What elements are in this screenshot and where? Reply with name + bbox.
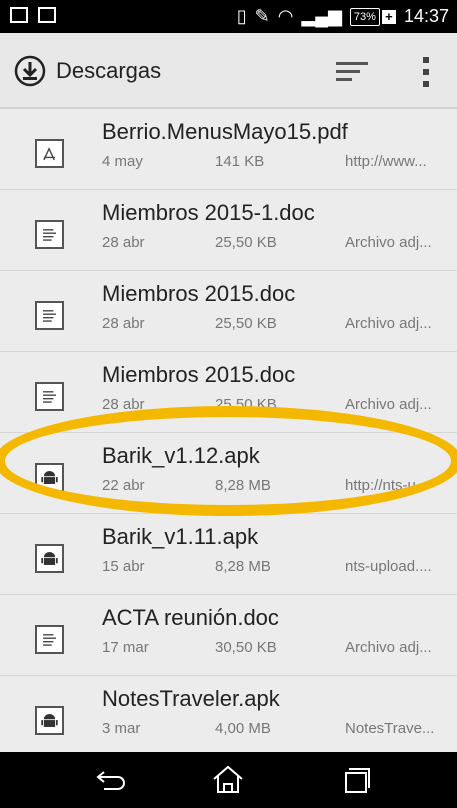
file-name: Barik_v1.12.apk [102,443,260,468]
action-bar: Descargas [0,33,457,109]
file-date: 4 may [102,153,143,170]
file-size: 8,28 MB [215,477,271,494]
file-name: Berrio.MenusMayo15.pdf [102,119,348,144]
file-date: 3 mar [102,720,141,737]
file-size: 25,50 KB [215,315,277,332]
file-name: NotesTraveler.apk [102,686,280,711]
file-name: Miembros 2015.doc [102,362,296,387]
pdf-file-icon [35,139,64,168]
download-icon[interactable] [14,55,46,87]
file-name: ACTA reunión.doc [102,605,279,630]
battery-level: 73% [349,7,380,26]
document-file-icon [35,220,64,249]
document-file-icon [35,625,64,654]
file-size: 30,50 KB [215,639,277,656]
file-source: Archivo adj... [345,639,432,656]
back-icon[interactable] [92,764,132,796]
file-size: 4,00 MB [215,720,271,737]
file-name: Miembros 2015.doc [102,281,296,306]
file-date: 28 abr [102,234,145,251]
file-date: 17 mar [102,639,149,656]
email-notification-icon [10,7,28,23]
wifi-icon: ◠ [277,6,294,26]
file-size: 25,50 KB [215,396,277,413]
list-item[interactable]: ACTA reunión.doc 17 mar 30,50 KB Archivo… [0,595,457,676]
home-icon[interactable] [208,764,248,796]
file-date: 15 abr [102,558,145,575]
file-size: 141 KB [215,153,265,170]
android-app-icon [35,706,64,735]
page-title: Descargas [56,58,162,83]
file-source: Archivo adj... [345,396,432,413]
overflow-menu-icon[interactable] [414,53,438,91]
file-source: NotesTrave... [345,720,435,737]
file-source: nts-upload.... [345,558,432,575]
file-date: 28 abr [102,315,145,332]
list-item[interactable]: Barik_v1.12.apk 22 abr 8,28 MB http://nt… [0,433,457,514]
list-item[interactable]: Miembros 2015.doc 28 abr 25,50 KB Archiv… [0,352,457,433]
file-size: 8,28 MB [215,558,271,575]
status-bar: ▯ ✎ ◠ ▂▄▆ 73% + 14:37 [0,0,457,33]
vibrate-icon: ▯ [236,6,247,26]
clock: 14:37 [403,6,449,26]
document-file-icon [35,382,64,411]
list-item[interactable]: Berrio.MenusMayo15.pdf 4 may 141 KB http… [0,109,457,190]
file-date: 22 abr [102,477,145,494]
file-date: 28 abr [102,396,145,413]
document-file-icon [35,301,64,330]
list-item[interactable]: Barik_v1.11.apk 15 abr 8,28 MB nts-uploa… [0,514,457,595]
nfc-icon: ✎ [254,6,270,26]
recents-icon[interactable] [336,764,376,796]
file-size: 25,50 KB [215,234,277,251]
list-item[interactable]: Miembros 2015-1.doc 28 abr 25,50 KB Arch… [0,190,457,271]
downloads-list: Berrio.MenusMayo15.pdf 4 may 141 KB http… [0,109,457,757]
sort-icon[interactable] [332,59,372,85]
image-notification-icon [38,7,56,23]
file-name: Barik_v1.11.apk [102,524,259,549]
list-item[interactable]: Miembros 2015.doc 28 abr 25,50 KB Archiv… [0,271,457,352]
list-item[interactable]: NotesTraveler.apk 3 mar 4,00 MB NotesTra… [0,676,457,757]
android-app-icon [35,463,64,492]
file-source: Archivo adj... [345,315,432,332]
battery-indicator: 73% + [349,7,396,26]
android-app-icon [35,544,64,573]
signal-icon: ▂▄▆ [301,6,342,26]
file-name: Miembros 2015-1.doc [102,200,315,225]
file-source: http://nts-u... [345,477,429,494]
file-source: http://www... [345,153,427,170]
charging-icon: + [381,9,396,24]
navigation-bar [0,752,457,808]
file-source: Archivo adj... [345,234,432,251]
